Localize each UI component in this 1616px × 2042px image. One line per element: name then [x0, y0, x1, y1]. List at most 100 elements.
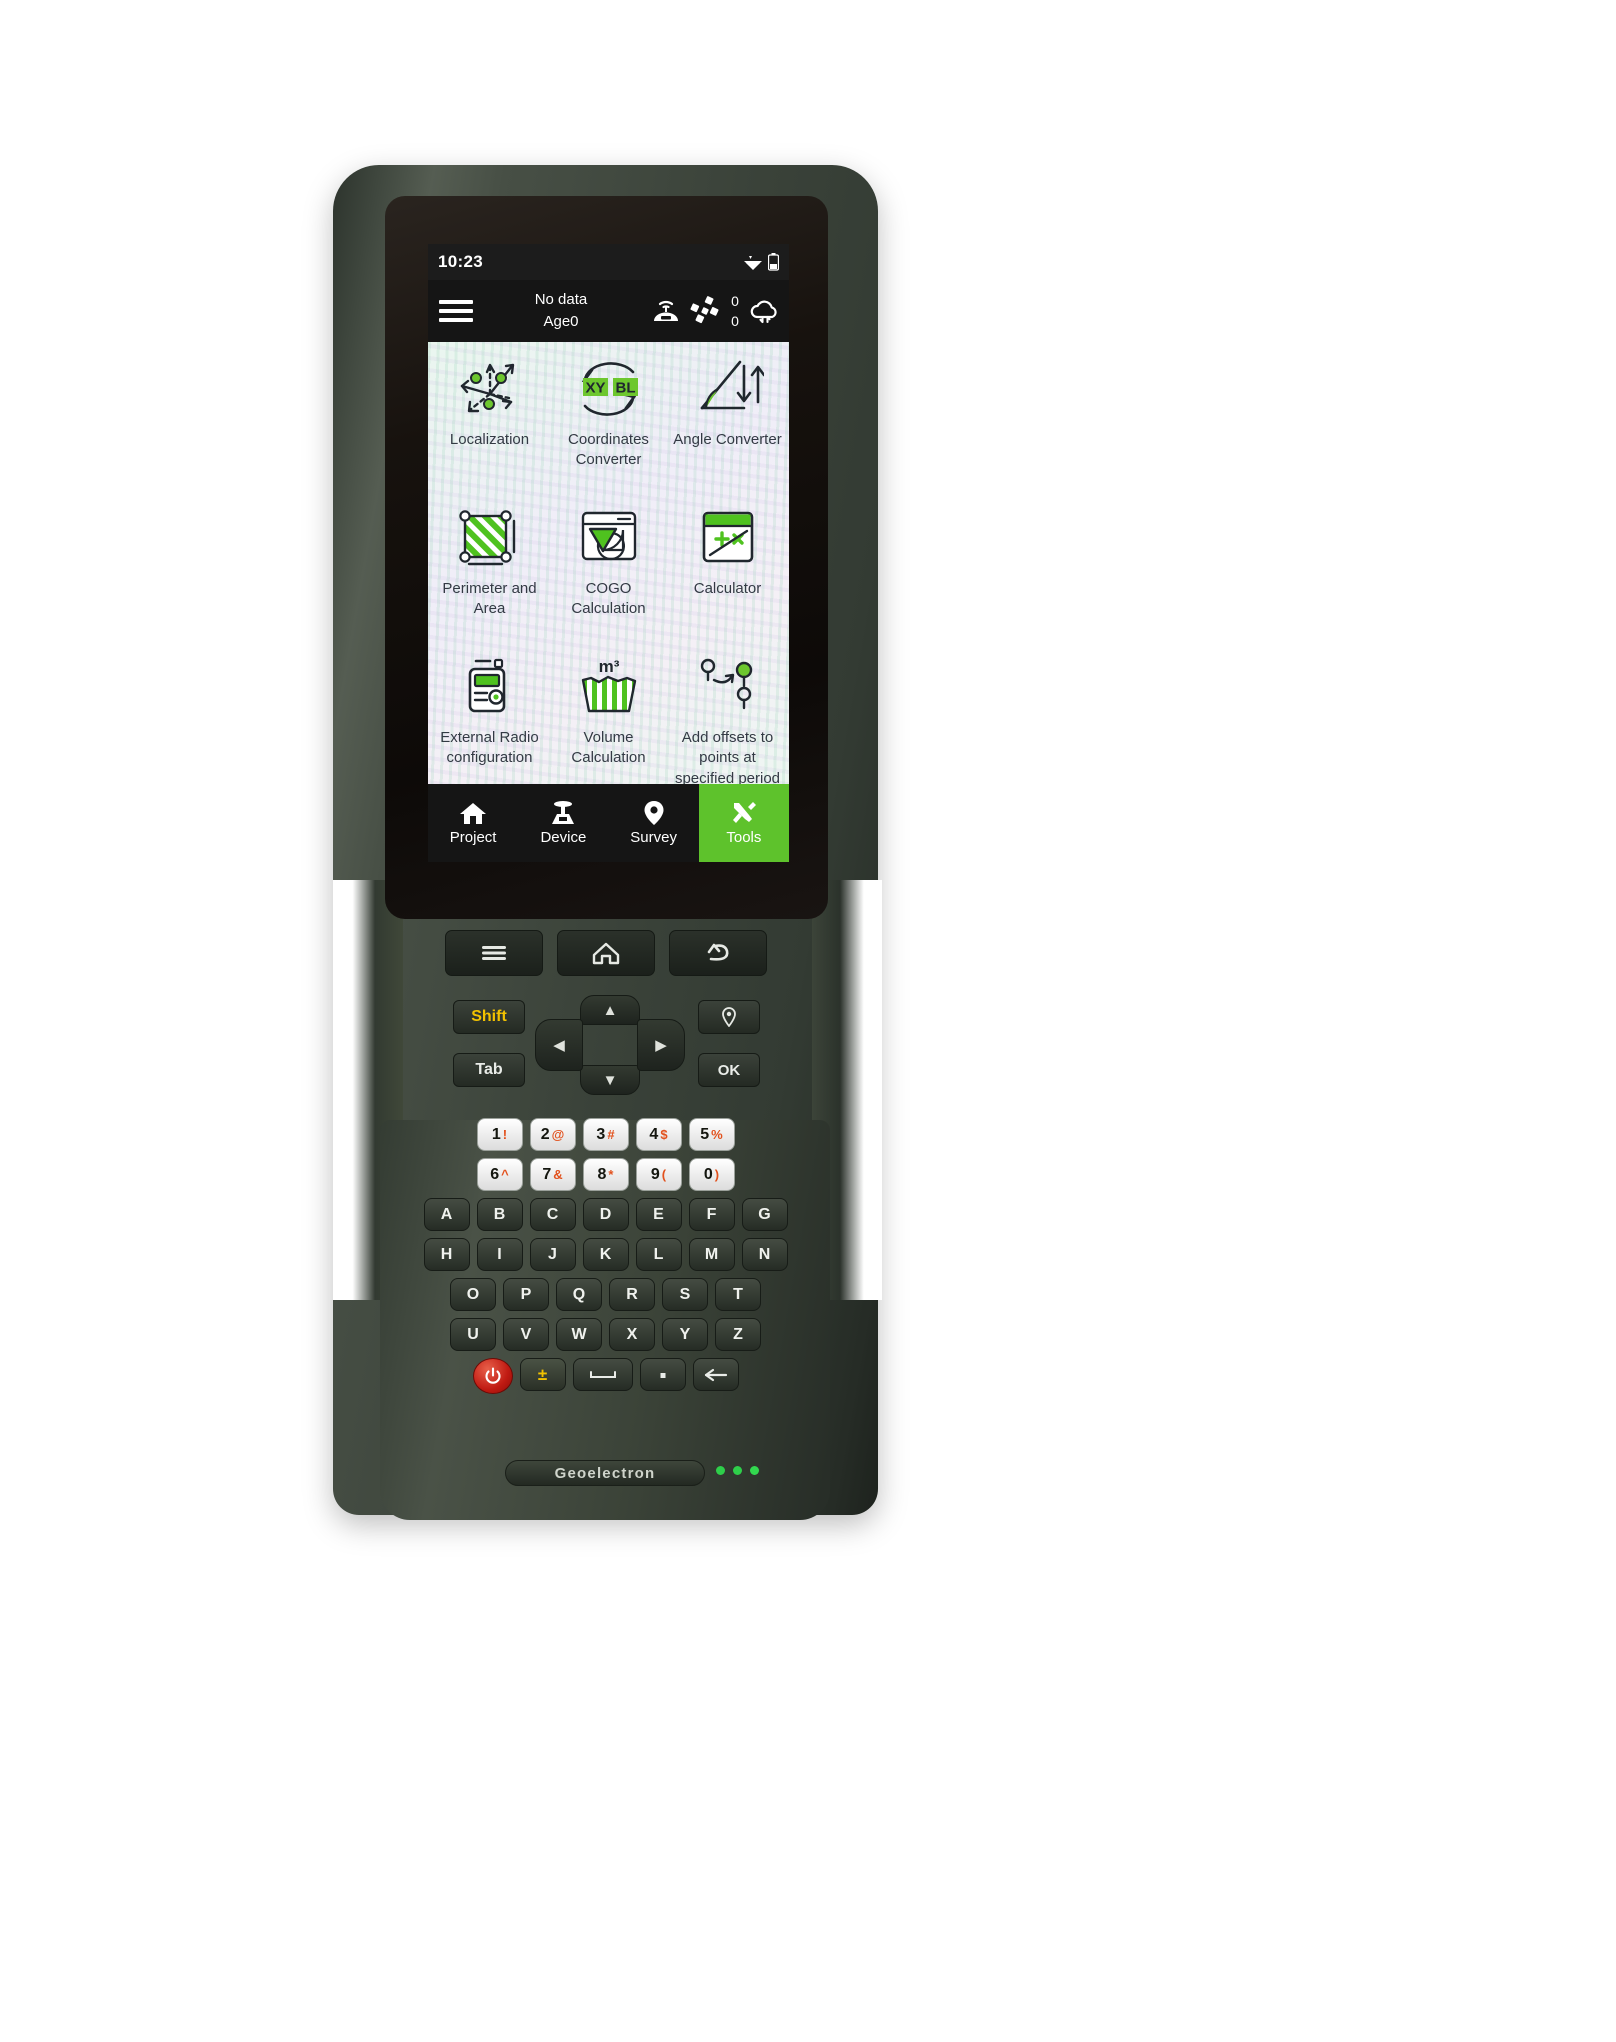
dpad-down[interactable]: ▼	[580, 1065, 640, 1095]
led-2	[733, 1466, 742, 1475]
key-h[interactable]: H	[423, 1238, 470, 1271]
tab-label: Tools	[726, 829, 762, 846]
status-bar-clock: 10:23	[438, 252, 483, 271]
key-s[interactable]: S	[662, 1278, 708, 1311]
satellite-counts: 0 0	[727, 291, 743, 332]
satellite-icon[interactable]	[688, 294, 722, 328]
key-x[interactable]: X	[609, 1318, 655, 1351]
shift-key[interactable]: Shift	[453, 1000, 525, 1034]
svg-text:XY: XY	[585, 380, 605, 397]
key-w[interactable]: W	[556, 1318, 602, 1351]
tool-label: COGO Calculation	[571, 580, 646, 618]
tool-localization[interactable]: Localization	[430, 348, 549, 497]
led-1	[716, 1466, 725, 1475]
key-g[interactable]: G	[741, 1198, 788, 1231]
device-screen[interactable]: 10:23 No data Age0 0 0 Localization XY B…	[428, 244, 789, 862]
key-6[interactable]: 6 ^	[476, 1158, 523, 1191]
function-key-row	[445, 930, 767, 976]
menu-key[interactable]	[445, 930, 543, 976]
tool-cogo-calculation[interactable]: COGO Calculation	[549, 497, 668, 646]
back-key[interactable]	[669, 930, 767, 976]
key-4[interactable]: 4 $	[635, 1118, 682, 1151]
wifi-icon	[744, 256, 762, 270]
key-f[interactable]: F	[688, 1198, 735, 1231]
tab-label: Device	[540, 829, 587, 846]
key-r[interactable]: R	[609, 1278, 655, 1311]
key-y[interactable]: Y	[662, 1318, 708, 1351]
key-z[interactable]: Z	[715, 1318, 761, 1351]
ok-key[interactable]: OK	[698, 1053, 760, 1087]
tool-external-radio[interactable]: External Radio configuration	[430, 646, 549, 784]
add-offsets-icon	[692, 650, 764, 724]
tool-label: Coordinates Converter	[568, 431, 649, 469]
key-i[interactable]: I	[476, 1238, 523, 1271]
key-t[interactable]: T	[715, 1278, 761, 1311]
hamburger-icon[interactable]	[439, 300, 473, 322]
key-o[interactable]: O	[450, 1278, 496, 1311]
tab-label: Survey	[630, 829, 677, 846]
tab-survey[interactable]: Survey	[609, 784, 699, 862]
tab-tools[interactable]: Tools	[698, 784, 789, 862]
plus-minus-key[interactable]: ±	[519, 1358, 566, 1391]
dpad: ▲ ▼ ◀ ▶	[535, 995, 685, 1095]
keypad-alpha-row-1: A B C D E F G	[423, 1198, 788, 1231]
localization-icon	[454, 352, 526, 426]
key-3[interactable]: 3 #	[582, 1118, 629, 1151]
dot-icon	[660, 1372, 665, 1378]
dpad-up[interactable]: ▲	[580, 995, 640, 1025]
key-k[interactable]: K	[582, 1238, 629, 1271]
diff-status-label: No data	[534, 291, 588, 309]
key-m[interactable]: M	[688, 1238, 735, 1271]
key-c[interactable]: C	[529, 1198, 576, 1231]
key-p[interactable]: P	[503, 1278, 549, 1311]
perimeter-area-icon	[454, 501, 526, 575]
key-2[interactable]: 2 @	[529, 1118, 576, 1151]
key-7[interactable]: 7 &	[529, 1158, 576, 1191]
tools-icon	[732, 802, 756, 823]
receiver-icon	[552, 801, 575, 824]
tab-key[interactable]: Tab	[453, 1053, 525, 1087]
key-j[interactable]: J	[529, 1238, 576, 1271]
key-8[interactable]: 8 *	[582, 1158, 629, 1191]
key-b[interactable]: B	[476, 1198, 523, 1231]
key-d[interactable]: D	[582, 1198, 629, 1231]
coordinates-converter-icon: XY BL	[571, 352, 647, 426]
keypad-alpha-row-4: U V W X Y Z	[423, 1318, 788, 1351]
tool-perimeter-area[interactable]: Perimeter and Area	[430, 497, 549, 646]
key-a[interactable]: A	[423, 1198, 470, 1231]
cloud-sync-icon[interactable]	[748, 294, 782, 328]
tool-angle-converter[interactable]: Angle Converter	[668, 348, 787, 497]
key-u[interactable]: U	[450, 1318, 496, 1351]
power-icon	[485, 1367, 500, 1384]
led-indicators	[716, 1466, 759, 1475]
key-v[interactable]: V	[503, 1318, 549, 1351]
space-key[interactable]	[572, 1358, 633, 1391]
key-n[interactable]: N	[741, 1238, 788, 1271]
key-q[interactable]: Q	[556, 1278, 602, 1311]
tool-add-offsets[interactable]: Add offsets to points at specified perio…	[668, 646, 787, 784]
dot-key[interactable]	[639, 1358, 686, 1391]
tool-calculator[interactable]: Calculator	[668, 497, 787, 646]
key-5[interactable]: 5%	[688, 1118, 735, 1151]
location-pin-icon	[644, 801, 664, 825]
keypad-alpha-row-2: H I J K L M N	[423, 1238, 788, 1271]
pin-key[interactable]	[698, 1000, 760, 1034]
base-status: No data Age0	[478, 289, 644, 333]
backspace-key[interactable]	[692, 1358, 739, 1391]
key-l[interactable]: L	[635, 1238, 682, 1271]
home-key[interactable]	[557, 930, 655, 976]
tab-project[interactable]: Project	[428, 784, 518, 862]
dpad-right[interactable]: ▶	[637, 1019, 685, 1071]
base-station-icon[interactable]	[649, 294, 683, 328]
dpad-left[interactable]: ◀	[535, 1019, 583, 1071]
power-key[interactable]	[472, 1358, 513, 1394]
tool-volume-calculation[interactable]: m³ Volume Calculation	[549, 646, 668, 784]
key-1[interactable]: 1!	[476, 1118, 523, 1151]
keypad-alpha-row-3: O P Q R S T	[423, 1278, 788, 1311]
tool-coordinates-converter[interactable]: XY BL Coordinates Converter	[549, 348, 668, 497]
key-9[interactable]: 9(	[635, 1158, 682, 1191]
key-0[interactable]: 0)	[688, 1158, 735, 1191]
cogo-calculation-icon	[573, 501, 645, 575]
key-e[interactable]: E	[635, 1198, 682, 1231]
tab-device[interactable]: Device	[518, 784, 608, 862]
